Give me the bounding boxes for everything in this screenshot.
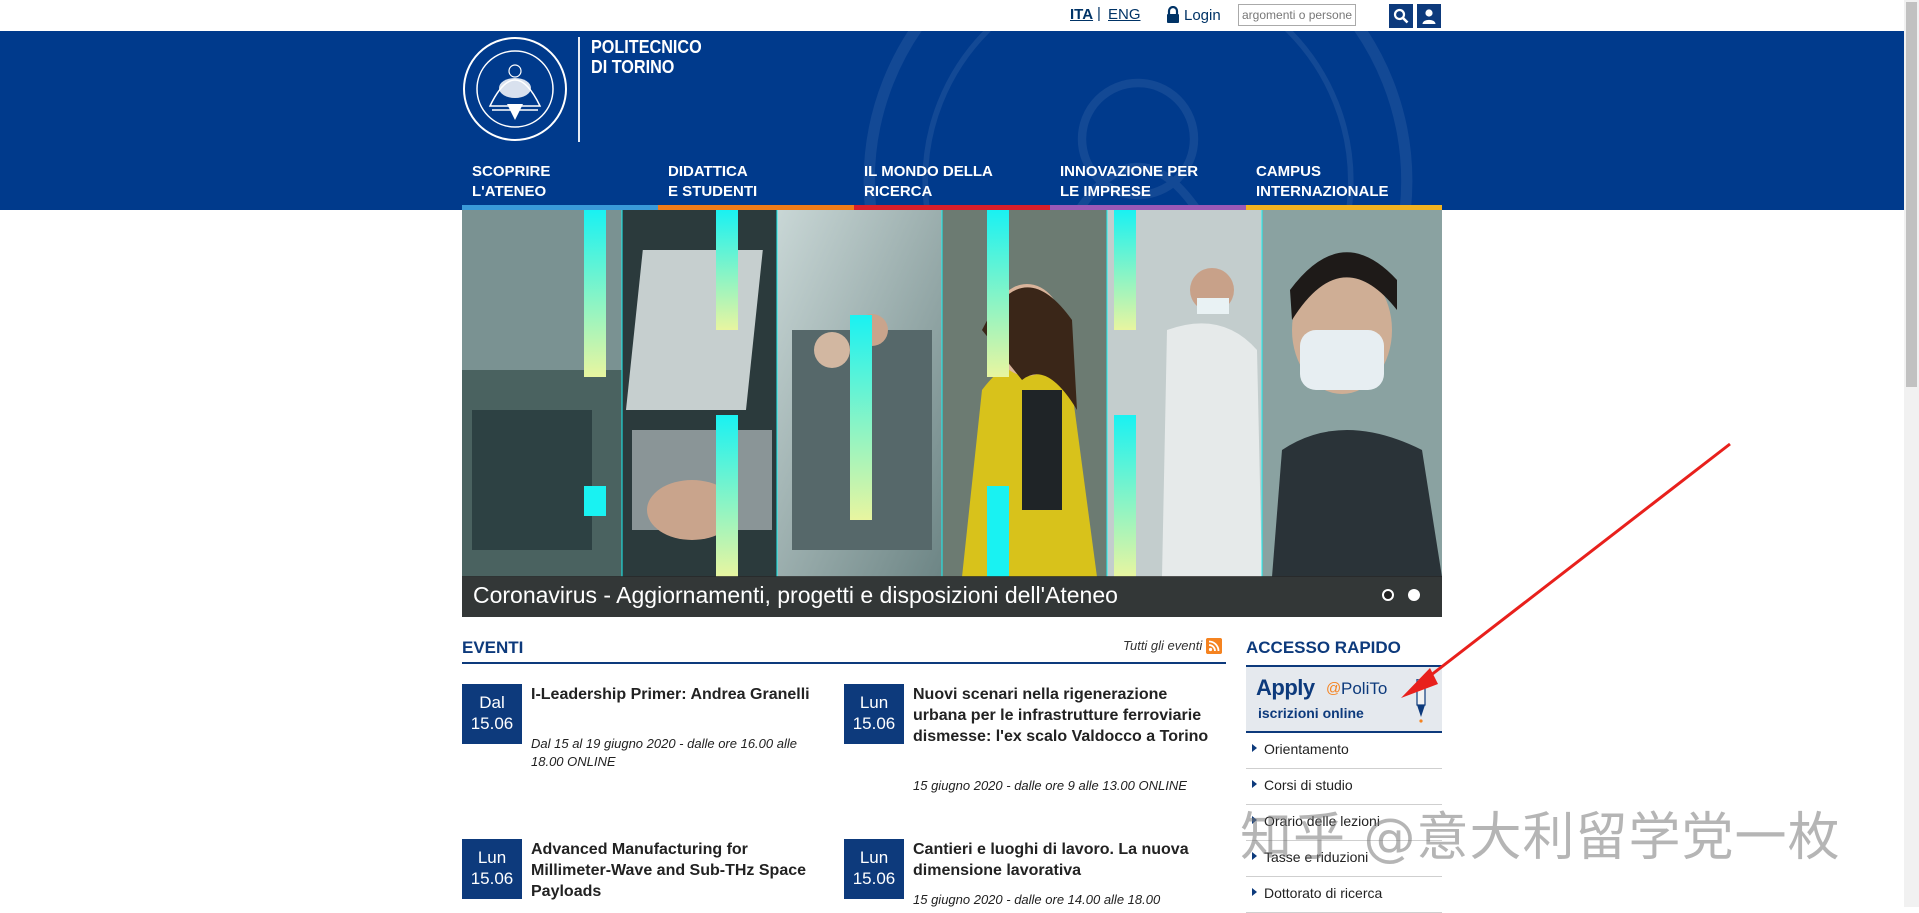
- scrollbar-thumb[interactable]: [1906, 2, 1917, 387]
- events-title: EVENTI: [462, 638, 524, 657]
- logo-text: POLITECNICO DI TORINO: [591, 37, 702, 77]
- apply-at: @: [1326, 680, 1342, 697]
- logo-divider: [578, 37, 580, 142]
- logo-line-2: DI TORINO: [591, 57, 675, 77]
- nav-item-innovazione[interactable]: INNOVAZIONE PER LE IMPRESE: [1050, 161, 1246, 210]
- event-date-badge: Lun 15.06: [844, 684, 904, 744]
- search-icon: [1393, 8, 1409, 24]
- nav-label: SCOPRIRE L'ATENEO: [472, 163, 551, 200]
- watermark-text: 知乎 @意大利留学党一枚: [1240, 808, 1841, 868]
- nav-item-campus-internazionale[interactable]: CAMPUS INTERNAZIONALE: [1246, 161, 1442, 210]
- utility-bar: ITA | ENG Login: [0, 0, 1904, 31]
- quick-link-orientamento[interactable]: Orientamento: [1246, 735, 1442, 769]
- nav-label: DIDATTICA E STUDENTI: [668, 163, 758, 200]
- events-divider: [462, 662, 1226, 664]
- event-day: Lun: [477, 848, 507, 867]
- event-day: Dal: [479, 693, 505, 712]
- event-title[interactable]: Cantieri e luoghi di lavoro. La nuova di…: [913, 839, 1213, 881]
- quick-link-dottorato[interactable]: Dottorato di ricerca: [1246, 879, 1442, 913]
- slide-caption-bar: Coronavirus - Aggiornamenti, progetti e …: [462, 576, 1442, 617]
- event-date: 15.06: [470, 869, 514, 888]
- user-button[interactable]: [1417, 4, 1441, 28]
- pencil-icon: [1416, 679, 1426, 723]
- logo-line-1: POLITECNICO: [591, 37, 702, 57]
- chevron-right-icon: [1252, 744, 1257, 752]
- search-button[interactable]: [1389, 4, 1413, 28]
- nav-label: CAMPUS INTERNAZIONALE: [1256, 163, 1389, 200]
- user-icon: [1422, 9, 1436, 24]
- slide-dot-2[interactable]: [1408, 589, 1420, 601]
- main-navigation: SCOPRIRE L'ATENEO DIDATTICA E STUDENTI I…: [462, 161, 1442, 210]
- nav-item-didattica[interactable]: DIDATTICA E STUDENTI: [658, 161, 854, 210]
- language-eng-link[interactable]: ENG: [1108, 6, 1141, 23]
- event-title[interactable]: Nuovi scenari nella rigenerazione urbana…: [913, 684, 1213, 747]
- event-details: 15 giugno 2020 - dalle ore 14.00 alle 18…: [913, 892, 1161, 907]
- slide-dot-1[interactable]: [1382, 589, 1394, 601]
- event-date-badge: Lun 15.06: [844, 839, 904, 899]
- slide-image: [462, 210, 1442, 577]
- language-separator: |: [1097, 5, 1101, 22]
- quick-link-label: Dottorato di ricerca: [1264, 885, 1383, 901]
- quick-link-label: Corsi di studio: [1264, 777, 1353, 793]
- language-ita-link[interactable]: ITA: [1070, 6, 1093, 23]
- rss-icon[interactable]: [1206, 638, 1222, 654]
- apply-polito-banner[interactable]: Apply @ PoliTo iscrizioni online: [1246, 665, 1442, 733]
- chevron-right-icon: [1252, 888, 1257, 896]
- apply-polito: PoliTo: [1341, 679, 1388, 698]
- lock-icon: [1167, 6, 1179, 23]
- site-header: POLITECNICO DI TORINO SCOPRIRE L'ATENEO …: [0, 31, 1904, 210]
- event-details: Dal 15 al 19 giugno 2020 - dalle ore 16.…: [531, 736, 797, 769]
- nav-item-ricerca[interactable]: IL MONDO DELLA RICERCA: [854, 161, 1050, 210]
- quick-access-title: ACCESSO RAPIDO: [1246, 638, 1401, 657]
- nav-label: IL MONDO DELLA RICERCA: [864, 163, 993, 200]
- quick-link-label: Orientamento: [1264, 741, 1349, 757]
- event-details: 15 giugno 2020 - dalle ore 9 alle 13.00 …: [913, 778, 1187, 793]
- event-date: 15.06: [852, 714, 896, 733]
- event-day: Lun: [859, 693, 889, 712]
- login-label: Login: [1184, 6, 1221, 24]
- event-title[interactable]: Advanced Manufacturing for Millimeter-Wa…: [531, 839, 831, 902]
- slide-caption[interactable]: Coronavirus - Aggiornamenti, progetti e …: [473, 582, 1118, 609]
- event-date: 15.06: [470, 714, 514, 733]
- chevron-right-icon: [1252, 780, 1257, 788]
- apply-word: Apply: [1256, 675, 1315, 700]
- event-date-badge: Lun 15.06: [462, 839, 522, 899]
- search-input[interactable]: [1238, 4, 1356, 26]
- apply-subtitle: iscrizioni online: [1258, 705, 1364, 721]
- all-events-link[interactable]: Tutti gli eventi: [1123, 638, 1202, 653]
- university-seal-icon: [463, 37, 567, 141]
- nav-item-scoprire-ateneo[interactable]: SCOPRIRE L'ATENEO: [462, 161, 658, 210]
- event-date: 15.06: [852, 869, 896, 888]
- nav-label: INNOVAZIONE PER LE IMPRESE: [1060, 163, 1199, 200]
- event-title[interactable]: I-Leadership Primer: Andrea Granelli: [531, 684, 831, 705]
- login-link[interactable]: Login: [1166, 4, 1221, 26]
- event-date-badge: Dal 15.06: [462, 684, 522, 744]
- event-day: Lun: [859, 848, 889, 867]
- hero-slider[interactable]: Coronavirus - Aggiornamenti, progetti e …: [462, 210, 1442, 617]
